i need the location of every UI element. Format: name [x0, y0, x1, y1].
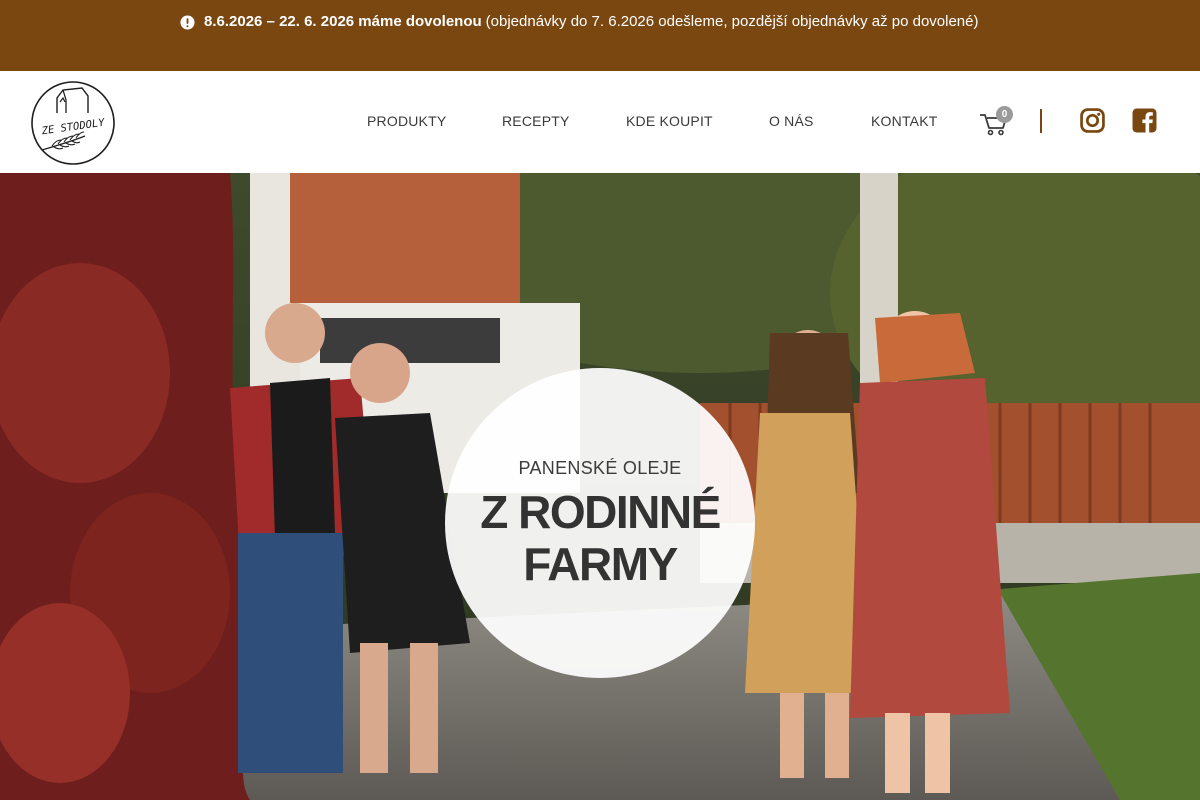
barn-logo-icon[interactable]: ZE STODOLY	[30, 80, 116, 166]
site-header: ZE STODOLY PRODUKTY RECEPTY KDE KOUPIT O…	[0, 71, 1200, 173]
hero-section: PANENSKÉ OLEJE Z RODINNÉ FARMY	[0, 173, 1200, 800]
vacation-details: (objednávky do 7. 6.2026 odešleme, pozdě…	[485, 13, 979, 30]
hero-subtitle: PANENSKÉ OLEJE	[518, 458, 682, 478]
header-divider	[1040, 109, 1042, 133]
hero-title: Z RODINNÉ FARMY	[445, 486, 755, 590]
nav-item-o-nas[interactable]: O NÁS	[769, 113, 814, 129]
hero-circle: PANENSKÉ OLEJE Z RODINNÉ FARMY	[445, 368, 755, 678]
instagram-icon[interactable]	[1080, 108, 1105, 133]
logo-text: ZE STODOLY	[40, 117, 106, 138]
hero-title-line1: Z RODINNÉ	[480, 486, 721, 538]
nav-item-recepty[interactable]: RECEPTY	[502, 113, 570, 129]
cart-count-badge: 0	[996, 106, 1013, 123]
nav-item-kontakt[interactable]: KONTAKT	[871, 113, 937, 129]
exclamation-circle-icon	[180, 14, 195, 30]
vacation-notice: 8.6.2026 – 22. 6. 2026 máme dovolenou (o…	[180, 12, 979, 32]
hero-title-line2: FARMY	[523, 538, 678, 590]
vacation-dates: 8.6.2026 – 22. 6. 2026 máme dovolenou	[204, 13, 482, 30]
nav-item-kde-koupit[interactable]: KDE KOUPIT	[626, 113, 713, 129]
nav-item-produkty[interactable]: PRODUKTY	[367, 113, 446, 129]
vacation-notice-bar: 8.6.2026 – 22. 6. 2026 máme dovolenou (o…	[0, 0, 1200, 71]
facebook-icon[interactable]	[1132, 108, 1157, 133]
